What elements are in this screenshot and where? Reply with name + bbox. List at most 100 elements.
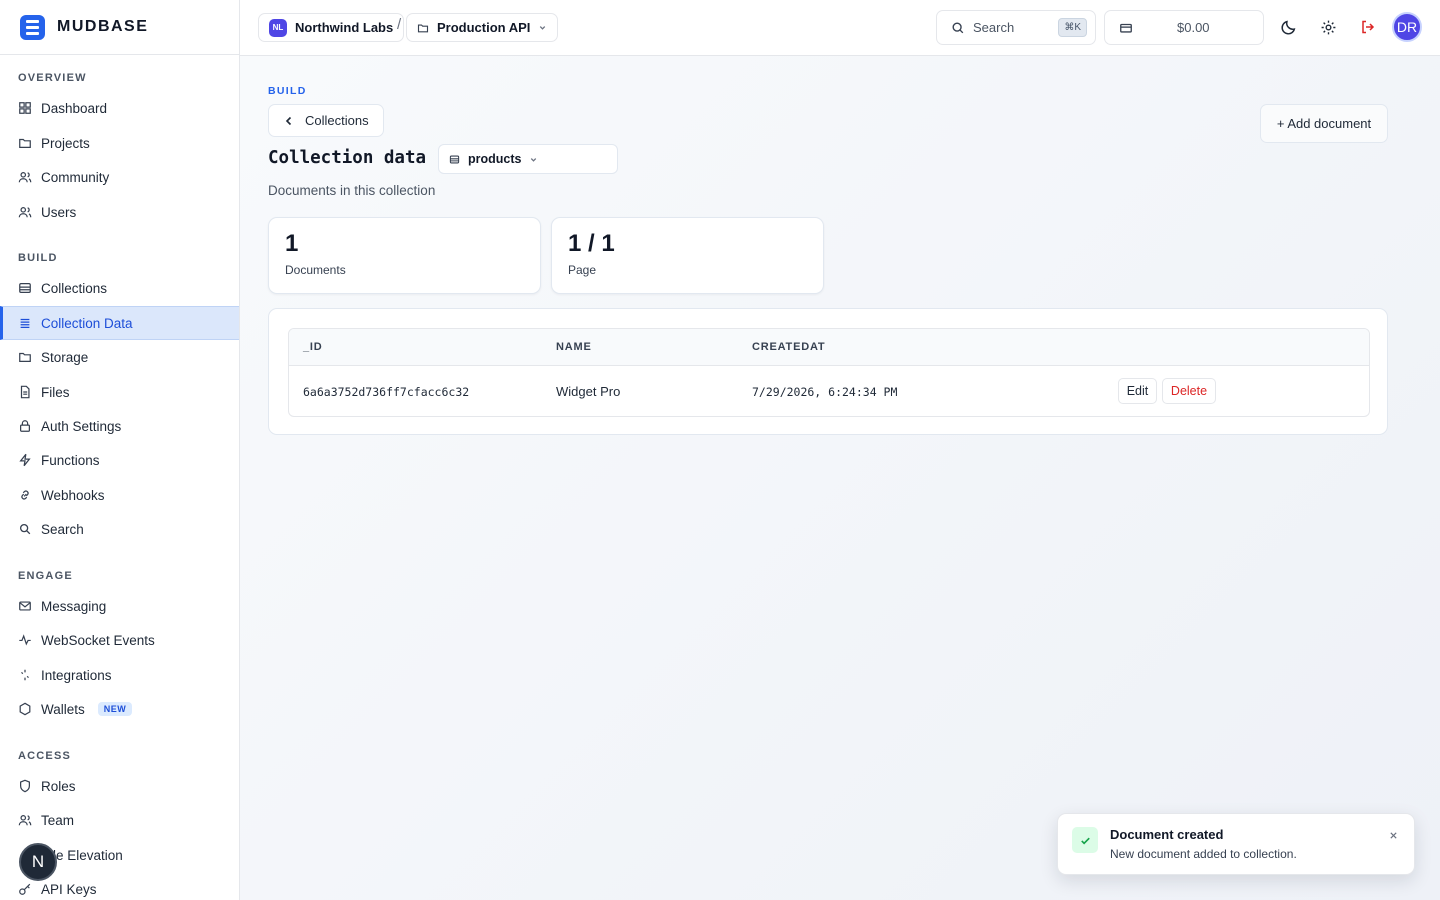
sidebar-item-wallets[interactable]: Wallets NEW bbox=[0, 692, 239, 726]
stat-card-documents: 1 Documents bbox=[268, 217, 541, 294]
stat-label: Documents bbox=[285, 263, 346, 277]
close-icon bbox=[1389, 831, 1397, 839]
chevron-down-icon bbox=[531, 157, 537, 162]
search-icon bbox=[952, 21, 964, 33]
new-badge: NEW bbox=[97, 702, 133, 716]
credit-card-icon bbox=[1120, 23, 1132, 33]
check-icon bbox=[1072, 827, 1098, 853]
sidebar-item-label: Auth Settings bbox=[41, 418, 122, 434]
back-to-collections-button[interactable]: Collections bbox=[268, 104, 384, 137]
sidebar-item-community[interactable]: Community bbox=[0, 160, 239, 194]
section-engage: ENGAGE bbox=[18, 570, 73, 582]
collection-selected: products bbox=[468, 152, 522, 166]
toast-body: New document added to collection. bbox=[1110, 847, 1297, 861]
sidebar-item-label: le Elevation bbox=[53, 847, 123, 863]
avatar[interactable]: DR bbox=[1392, 12, 1422, 42]
collection-select[interactable]: products bbox=[438, 144, 618, 174]
stat-label: Page bbox=[568, 263, 597, 277]
sidebar-item-label: Collection Data bbox=[41, 315, 133, 331]
section-access: ACCESS bbox=[18, 750, 72, 762]
sidebar-item-label: Projects bbox=[41, 135, 90, 151]
sidebar-item-webhooks[interactable]: Webhooks bbox=[0, 478, 239, 512]
delete-button[interactable]: Delete bbox=[1162, 378, 1216, 404]
sidebar-item-files[interactable]: Files bbox=[0, 375, 239, 409]
database-icon bbox=[449, 155, 460, 163]
bubble-letter: N bbox=[31, 852, 45, 871]
toast-close-button[interactable] bbox=[1385, 827, 1401, 843]
back-label: Collections bbox=[305, 113, 369, 128]
sidebar-item-label: API Keys bbox=[41, 881, 97, 897]
toast-title: Document created bbox=[1110, 827, 1224, 842]
table-row[interactable]: 6a6a3752d736ff7cfacc6c32 Widget Pro 7/29… bbox=[289, 366, 1369, 416]
brand[interactable]: MUDBASE bbox=[0, 0, 239, 55]
sidebar-item-label: Messaging bbox=[41, 598, 107, 614]
column-header-createdat: CREATEDAT bbox=[752, 341, 826, 353]
logout-button[interactable] bbox=[1358, 17, 1378, 37]
stat-value: 1 / 1 bbox=[568, 230, 615, 257]
sidebar-item-label: Functions bbox=[41, 452, 100, 468]
key-icon bbox=[19, 883, 31, 895]
page-title: Collection data bbox=[268, 148, 427, 168]
chevron-down-icon bbox=[540, 26, 546, 30]
page-subtitle: Documents in this collection bbox=[268, 183, 436, 198]
sidebar-item-search[interactable]: Search bbox=[0, 512, 239, 546]
database-icon bbox=[19, 283, 31, 293]
grid-icon bbox=[19, 102, 31, 114]
sparkle-icon bbox=[21, 669, 29, 681]
sidebar-item-projects[interactable]: Projects bbox=[0, 126, 239, 160]
theme-toggle[interactable] bbox=[1278, 17, 1298, 37]
sidebar-item-collection-data[interactable]: Collection Data bbox=[0, 306, 239, 340]
sidebar-item-label: Search bbox=[41, 521, 84, 537]
sidebar-item-roles[interactable]: Roles bbox=[0, 769, 239, 803]
users-icon bbox=[18, 207, 32, 218]
cell-name: Widget Pro bbox=[556, 384, 621, 399]
toast-notification: Document created New document added to c… bbox=[1057, 813, 1415, 875]
balance-amount: $0.00 bbox=[1177, 20, 1210, 35]
org-badge: NL bbox=[269, 18, 287, 37]
org-switcher[interactable]: NL Northwind Labs bbox=[258, 13, 405, 42]
stat-value: 1 bbox=[285, 230, 299, 257]
sidebar-item-label: Team bbox=[41, 812, 75, 828]
sidebar-item-label: Dashboard bbox=[41, 100, 108, 116]
avatar-initials: DR bbox=[1396, 19, 1418, 35]
sidebar: MUDBASE OVERVIEW Dashboard Projects Comm… bbox=[0, 0, 240, 900]
list-icon bbox=[20, 318, 30, 328]
sidebar-item-websocket-events[interactable]: WebSocket Events bbox=[0, 623, 239, 657]
users-icon bbox=[18, 172, 32, 183]
hexagon-icon bbox=[19, 702, 31, 716]
folder-icon bbox=[19, 138, 31, 148]
breadcrumb-separator: / bbox=[397, 16, 402, 33]
documents-table: _ID NAME CREATEDAT 6a6a3752d736ff7cfacc6… bbox=[288, 328, 1370, 417]
sidebar-item-team[interactable]: Team bbox=[0, 803, 239, 837]
sidebar-item-collections[interactable]: Collections bbox=[0, 271, 239, 305]
dev-tools-bubble[interactable]: N bbox=[19, 843, 57, 881]
table-header: _ID NAME CREATEDAT bbox=[289, 329, 1369, 366]
billing-balance[interactable]: $0.00 bbox=[1104, 10, 1264, 45]
sidebar-item-auth-settings[interactable]: Auth Settings bbox=[0, 409, 239, 443]
settings-button[interactable] bbox=[1318, 17, 1338, 37]
stat-card-page: 1 / 1 Page bbox=[551, 217, 824, 294]
brand-name: MUDBASE bbox=[57, 18, 149, 35]
search-icon bbox=[19, 523, 31, 535]
search-label: Search bbox=[973, 20, 1015, 35]
activity-icon bbox=[19, 634, 31, 646]
logout-icon bbox=[1362, 20, 1375, 34]
project-switcher[interactable]: Production API bbox=[406, 13, 559, 42]
main-content: BUILD Collections + Add document Collect… bbox=[240, 56, 1440, 900]
column-header-name: NAME bbox=[556, 341, 592, 353]
search-shortcut: ⌘K bbox=[1058, 18, 1087, 37]
sidebar-item-messaging[interactable]: Messaging bbox=[0, 589, 239, 623]
sidebar-item-functions[interactable]: Functions bbox=[0, 443, 239, 477]
sidebar-item-label: WebSocket Events bbox=[41, 632, 155, 648]
global-search[interactable]: Search ⌘K bbox=[936, 10, 1096, 45]
sidebar-item-label: Webhooks bbox=[41, 487, 105, 503]
sidebar-item-label: Files bbox=[41, 384, 70, 400]
add-document-button[interactable]: + Add document bbox=[1260, 104, 1388, 143]
section-build: BUILD bbox=[18, 252, 58, 264]
sidebar-item-users[interactable]: Users bbox=[0, 195, 239, 229]
edit-button[interactable]: Edit bbox=[1118, 378, 1157, 404]
sidebar-item-integrations[interactable]: Integrations bbox=[0, 658, 239, 692]
folder-icon bbox=[19, 352, 31, 362]
sidebar-item-storage[interactable]: Storage bbox=[0, 340, 239, 374]
sidebar-item-dashboard[interactable]: Dashboard bbox=[0, 91, 239, 125]
